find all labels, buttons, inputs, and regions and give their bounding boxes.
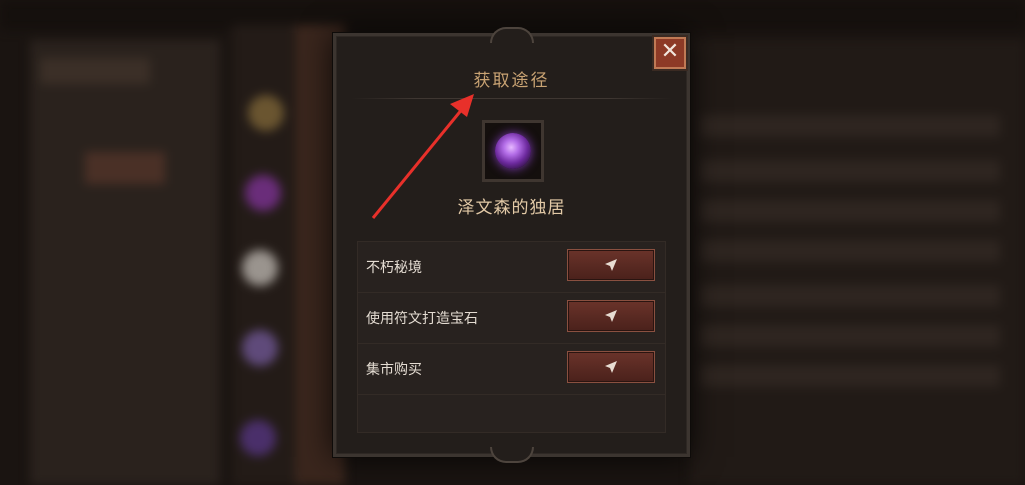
annotation-arrow	[371, 94, 474, 219]
arrow-head	[450, 94, 474, 117]
arrow-shaft	[371, 107, 465, 219]
